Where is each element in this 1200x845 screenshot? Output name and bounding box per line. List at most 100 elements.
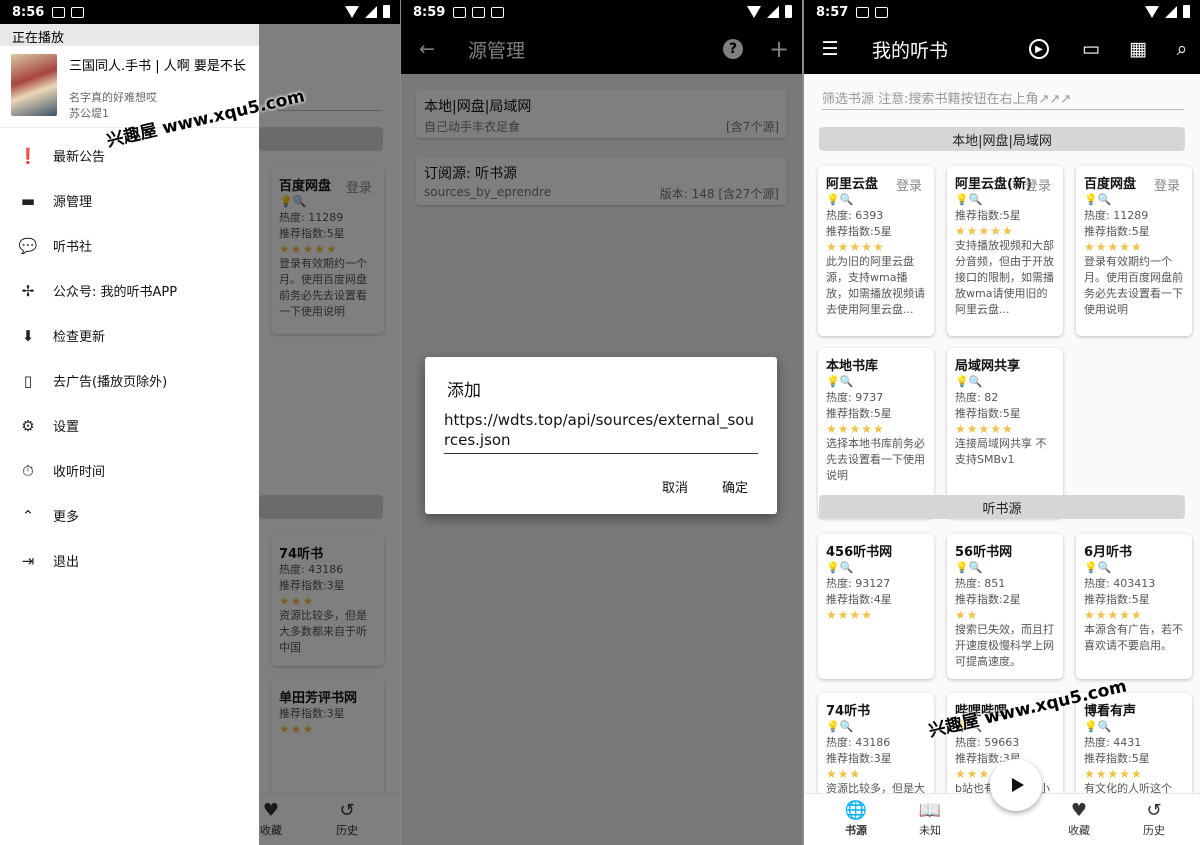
menu-item-label: 源管理 <box>53 195 93 210</box>
card-desc: 登录有效期约一个月。使用百度网盘前务必先去设置看一下使用说明 <box>1084 255 1183 316</box>
menu-item[interactable]: ⌃ 更多 <box>0 493 259 538</box>
url-input[interactable]: https://wdts.top/api/sources/external_so… <box>444 410 758 454</box>
menu-icon[interactable]: ☰ <box>818 37 842 61</box>
dialog-title: 添加 <box>447 381 481 401</box>
ok-button[interactable]: 确定 <box>722 477 748 496</box>
filter-input[interactable]: 筛选书源 注意:搜索书籍按钮在右上角↗↗↗ <box>822 88 1184 110</box>
card-desc: 本源含有广告，若不喜欢请不要启用。 <box>1084 623 1183 652</box>
drawer-scrim[interactable] <box>259 24 400 845</box>
card-hot: 热度: 403413 <box>1084 577 1156 590</box>
play-circle-icon[interactable]: ▶ <box>1029 39 1049 59</box>
section-audiobook[interactable]: 听书源 <box>819 495 1185 519</box>
play-button[interactable] <box>990 759 1042 811</box>
nav-item[interactable]: ↺ 历史 <box>1124 800 1184 838</box>
login-button[interactable]: 登录 <box>896 175 922 194</box>
card-rec: 推荐指数:5星 <box>826 225 892 238</box>
card-title: 本地书库 <box>826 359 879 374</box>
card-rec: 推荐指数:4星 <box>826 593 892 606</box>
card-title: 博看有声 <box>1084 704 1137 719</box>
notification-icons <box>856 6 889 18</box>
wifi-icon <box>747 5 761 18</box>
forum-icon: 💬 <box>18 236 38 255</box>
status-right-icons <box>1145 5 1190 18</box>
source-card[interactable]: 6月听书 💡🔍 热度: 403413 推荐指数:5星 ★★★★★ 本源含有广告，若不喜欢请… <box>1076 534 1192 679</box>
signal-icon <box>767 5 779 18</box>
rating-stars: ★★★★★ <box>1084 608 1143 622</box>
card-rec: 推荐指数:5星 <box>1084 593 1150 606</box>
source-card[interactable]: 本地书库 💡🔍 热度: 9737 推荐指数:5星 ★★★★★ 选择本地书库前务必先去设置看… <box>818 348 934 518</box>
card-hot: 热度: 11289 <box>1084 209 1149 222</box>
card-desc: 选择本地书库前务必先去设置看一下使用说明 <box>826 437 925 482</box>
menu-item[interactable]: ▯ 去广告(播放页除外) <box>0 358 259 403</box>
login-button[interactable]: 登录 <box>1025 175 1051 194</box>
heart-icon: ♥ <box>1070 800 1088 821</box>
card-title: 局域网共享 <box>955 359 1021 374</box>
card-title: 456听书网 <box>826 545 893 560</box>
status-time: 8:57 <box>816 4 849 20</box>
card-rec: 推荐指数:5星 <box>826 407 892 420</box>
menu-item[interactable]: 💬 听书社 <box>0 223 259 268</box>
menu-item-label: 去广告(播放页除外) <box>53 375 168 390</box>
grid-icon[interactable]: ▦ <box>1126 37 1150 61</box>
nav-item[interactable]: ♥ 收藏 <box>1049 800 1109 838</box>
source-card[interactable]: 局域网共享 💡🔍 热度: 82 推荐指数:5星 ★★★★★ 连接局域网共享 不支持SMBv… <box>947 348 1063 518</box>
play-icon <box>1011 778 1024 792</box>
book-icon: 📖 <box>918 800 942 821</box>
nav-label: 未知 <box>919 824 941 837</box>
chat-icon[interactable]: ▭ <box>1079 37 1103 61</box>
notification-icons <box>453 6 505 18</box>
search-icon[interactable]: ⌕ <box>1170 37 1194 61</box>
battery-icon <box>785 5 792 18</box>
menu-item[interactable]: ⚙ 设置 <box>0 403 259 448</box>
signal-icon <box>1165 5 1177 18</box>
add-source-dialog: 添加 https://wdts.top/api/sources/external… <box>425 357 777 514</box>
menu-item-label: 公众号: 我的听书APP <box>53 285 178 300</box>
notification-icons <box>52 6 85 18</box>
menu-item[interactable]: ▬ 源管理 <box>0 178 259 223</box>
wifi-icon <box>345 5 359 18</box>
card-hot: 热度: 9737 <box>826 391 884 404</box>
nav-label: 书源 <box>845 824 867 837</box>
source-card[interactable]: 456听书网 💡🔍 热度: 93127 推荐指数:4星 ★★★★ <box>818 534 934 679</box>
source-card[interactable]: 56听书网 💡🔍 热度: 851 推荐指数:2星 ★★ 搜索已失效，而且打开速度极慢科学上… <box>947 534 1063 679</box>
rating-stars: ★★★★★ <box>826 240 885 254</box>
wifi-icon <box>1145 5 1159 18</box>
screen-drawer: 8:56 ▭ ▦ ⌕ 百度网盘 登录 💡🔍 热度: 11289 推荐指数:5星 … <box>0 0 400 845</box>
nav-label: 历史 <box>1143 824 1165 837</box>
phone-icon: ▯ <box>23 371 33 390</box>
screen-my-audiobooks: 8:57 ☰ 我的听书 ▶ ▭ ▦ ⌕ 筛选书源 注意:搜索书籍按钮在右上角↗↗… <box>804 0 1200 845</box>
card-hot: 热度: 59663 <box>955 736 1020 749</box>
menu-item[interactable]: ⇥ 退出 <box>0 538 259 583</box>
nav-item[interactable]: 📖 未知 <box>900 800 960 838</box>
card-hot: 热度: 82 <box>955 391 999 404</box>
source-card[interactable]: 百度网盘 登录 💡🔍 热度: 11289 推荐指数:5星 ★★★★★ 登录有效期约一个月。使… <box>1076 166 1192 336</box>
bulb-icon: 💡🔍 <box>955 375 983 388</box>
cancel-button[interactable]: 取消 <box>662 477 688 496</box>
section-local[interactable]: 本地|网盘|局域网 <box>819 127 1185 151</box>
card-rec: 推荐指数:5星 <box>955 209 1021 222</box>
card-hot: 热度: 6393 <box>826 209 884 222</box>
menu-item-label: 听书社 <box>53 240 93 255</box>
source-card[interactable]: 阿里云盘 登录 💡🔍 热度: 6393 推荐指数:5星 ★★★★★ 此为旧的阿里云盘源，支持… <box>818 166 934 336</box>
source-card[interactable]: 阿里云盘(新) 登录 💡🔍 推荐指数:5星 ★★★★★ 支持播放视频和大部分音频，但由于开… <box>947 166 1063 336</box>
battery-icon <box>1183 5 1190 18</box>
page-title: 我的听书 <box>872 40 949 62</box>
status-bar: 8:59 <box>401 0 802 24</box>
now-playing-narrator: 苏公堤1 <box>69 107 109 120</box>
menu-item[interactable]: ✢ 公众号: 我的听书APP <box>0 268 259 313</box>
menu-item[interactable]: ⏱ 收听时间 <box>0 448 259 493</box>
card-title: 6月听书 <box>1084 545 1133 560</box>
menu-item[interactable]: ⬇ 检查更新 <box>0 313 259 358</box>
menu-item-label: 收听时间 <box>53 465 106 480</box>
card-desc: 此为旧的阿里云盘源，支持wma播放，如需播放视频请去使用阿里云盘... <box>826 255 925 316</box>
login-button[interactable]: 登录 <box>1154 175 1180 194</box>
card-hot: 热度: 4431 <box>1084 736 1142 749</box>
card-title: 56听书网 <box>955 545 1013 560</box>
card-hot: 热度: 93127 <box>826 577 891 590</box>
status-bar: 8:57 <box>804 0 1200 24</box>
status-bar: 8:56 <box>0 0 400 24</box>
battery-icon <box>383 5 390 18</box>
nav-item[interactable]: 🌐 书源 <box>826 800 886 838</box>
bulb-icon: 💡🔍 <box>1084 561 1112 574</box>
rating-stars: ★★★ <box>826 767 862 781</box>
